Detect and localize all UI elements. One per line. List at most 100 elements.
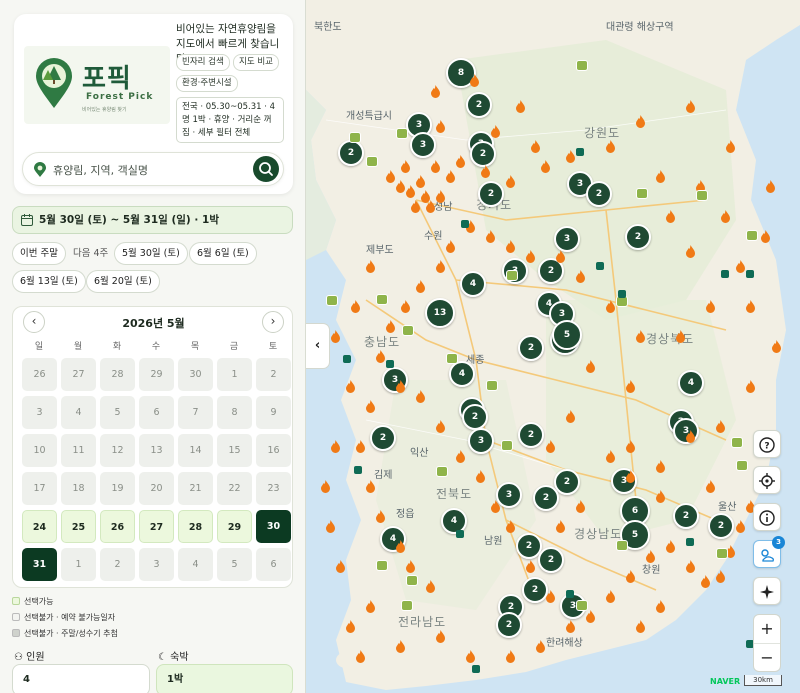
cluster-marker[interactable]: 2 (370, 425, 396, 451)
cluster-marker[interactable]: 2 (462, 404, 488, 430)
campfire-marker[interactable] (426, 580, 435, 593)
cluster-marker[interactable]: 2 (496, 612, 522, 638)
campfire-marker[interactable] (436, 120, 445, 133)
campfire-marker[interactable] (476, 470, 485, 483)
campfire-marker[interactable] (656, 170, 665, 183)
campfire-marker[interactable] (606, 590, 615, 603)
campfire-marker[interactable] (506, 650, 515, 663)
campfire-marker[interactable] (736, 260, 745, 273)
campfire-marker[interactable] (606, 300, 615, 313)
campfire-marker[interactable] (656, 600, 665, 613)
campfire-marker[interactable] (396, 540, 405, 553)
campfire-marker[interactable] (531, 140, 540, 153)
campfire-marker[interactable] (541, 160, 550, 173)
campfire-marker[interactable] (431, 85, 440, 98)
zoom-in-button[interactable]: + (754, 615, 780, 644)
cluster-marker[interactable]: 2 (518, 335, 544, 361)
campfire-marker[interactable] (766, 180, 775, 193)
campfire-marker[interactable] (446, 170, 455, 183)
campfire-marker[interactable] (326, 520, 335, 533)
campfire-marker[interactable] (666, 210, 675, 223)
campfire-marker[interactable] (746, 380, 755, 393)
cluster-marker[interactable]: 2 (586, 181, 612, 207)
campsite-marker[interactable] (376, 294, 388, 305)
campfire-marker[interactable] (436, 260, 445, 273)
campfire-marker[interactable] (566, 410, 575, 423)
facility-marker[interactable] (461, 220, 469, 228)
facility-marker[interactable] (618, 290, 626, 298)
campsite-marker[interactable] (731, 437, 743, 448)
facility-marker[interactable] (386, 360, 394, 368)
cluster-marker[interactable]: 3 (468, 428, 494, 454)
campfire-marker[interactable] (491, 125, 500, 138)
campfire-marker[interactable] (456, 450, 465, 463)
campfire-marker[interactable] (486, 230, 495, 243)
campfire-marker[interactable] (626, 440, 635, 453)
search-input[interactable] (53, 159, 243, 181)
facility-marker[interactable] (686, 538, 694, 546)
cluster-marker[interactable]: 2 (533, 485, 559, 511)
cluster-marker[interactable]: 2 (478, 181, 504, 207)
campfire-marker[interactable] (666, 540, 675, 553)
cluster-marker[interactable]: 2 (554, 469, 580, 495)
campfire-marker[interactable] (436, 630, 445, 643)
campsite-marker[interactable] (636, 188, 648, 199)
map[interactable]: 북한도개성특급시강원도경기도충남도경상북도전북도경상남도전라남도세종익산김제정읍… (306, 0, 800, 693)
date-range-selector[interactable]: 5월 30일 (토) ~ 5월 31일 (일) · 1박 (12, 206, 293, 234)
campfire-marker[interactable] (566, 620, 575, 633)
campfire-marker[interactable] (736, 520, 745, 533)
campfire-marker[interactable] (351, 300, 360, 313)
info-button[interactable] (753, 503, 781, 531)
cluster-marker[interactable]: 13 (425, 298, 455, 328)
calendar-day[interactable]: 31 (22, 548, 57, 581)
campfire-marker[interactable] (506, 520, 515, 533)
campfire-marker[interactable] (436, 420, 445, 433)
campsite-marker[interactable] (406, 575, 418, 586)
cluster-marker[interactable]: 2 (522, 577, 548, 603)
campsite-marker[interactable] (349, 132, 361, 143)
campfire-marker[interactable] (772, 340, 781, 353)
facility-marker[interactable] (596, 262, 604, 270)
campfire-marker[interactable] (436, 190, 445, 203)
collapse-sidebar-button[interactable]: ‹ (306, 323, 330, 369)
facility-marker[interactable] (576, 148, 584, 156)
campsite-marker[interactable] (486, 380, 498, 391)
cluster-marker[interactable]: 5 (552, 320, 582, 350)
cluster-marker[interactable]: 3 (554, 226, 580, 252)
campfire-marker[interactable] (701, 575, 710, 588)
campfire-marker[interactable] (491, 500, 500, 513)
campfire-marker[interactable] (626, 570, 635, 583)
campfire-marker[interactable] (676, 330, 685, 343)
campfire-marker[interactable] (481, 165, 490, 178)
my-location-button[interactable] (753, 466, 781, 494)
campfire-marker[interactable] (526, 560, 535, 573)
campsite-marker[interactable] (616, 540, 628, 551)
facility-marker[interactable] (343, 355, 351, 363)
cluster-marker[interactable]: 4 (460, 271, 486, 297)
campfire-marker[interactable] (386, 320, 395, 333)
calendar-day[interactable]: 29 (217, 510, 252, 543)
campfire-marker[interactable] (686, 430, 695, 443)
campfire-marker[interactable] (516, 100, 525, 113)
campfire-marker[interactable] (646, 550, 655, 563)
campfire-marker[interactable] (656, 490, 665, 503)
campfire-marker[interactable] (746, 300, 755, 313)
campfire-marker[interactable] (686, 100, 695, 113)
next-month-button[interactable]: › (262, 311, 284, 333)
campfire-marker[interactable] (346, 620, 355, 633)
campfire-marker[interactable] (606, 450, 615, 463)
this-weekend-button[interactable]: 이번 주말 (12, 242, 66, 265)
quick-date-0606[interactable]: 6월 6일 (토) (189, 242, 257, 265)
campsite-marker[interactable] (746, 230, 758, 241)
facility-marker[interactable] (354, 466, 362, 474)
campfire-marker[interactable] (426, 200, 435, 213)
campfire-marker[interactable] (346, 380, 355, 393)
campfire-marker[interactable] (726, 140, 735, 153)
campfire-marker[interactable] (556, 520, 565, 533)
campfire-marker[interactable] (636, 620, 645, 633)
facility-marker[interactable] (566, 590, 574, 598)
campfire-marker[interactable] (716, 420, 725, 433)
campfire-marker[interactable] (366, 480, 375, 493)
campfire-marker[interactable] (396, 640, 405, 653)
cluster-marker[interactable]: 2 (470, 141, 496, 167)
